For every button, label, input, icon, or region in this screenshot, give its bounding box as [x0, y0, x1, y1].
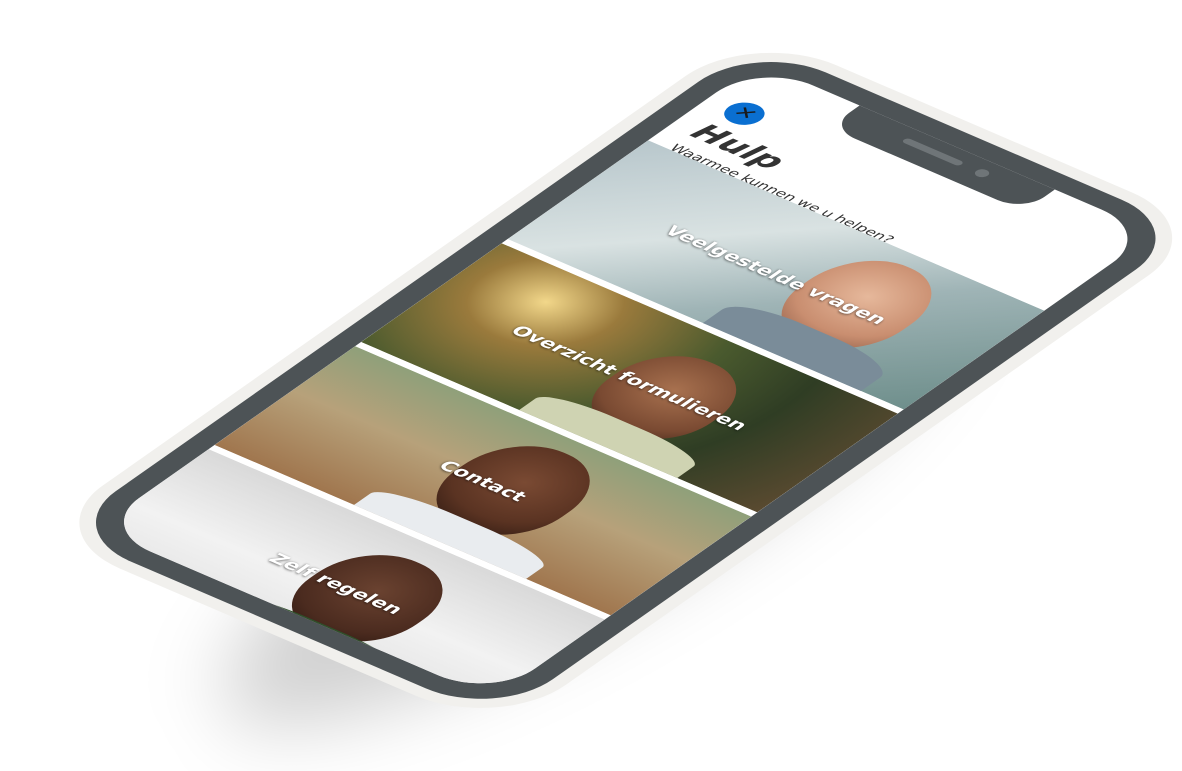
phone-mockup: ✕ Hulp Waarmee kunnen we u helpen? Veelg… — [59, 42, 1182, 719]
mockup-scene: ✕ Hulp Waarmee kunnen we u helpen? Veelg… — [0, 0, 1182, 771]
close-icon: ✕ — [726, 103, 763, 124]
front-camera — [972, 167, 993, 179]
